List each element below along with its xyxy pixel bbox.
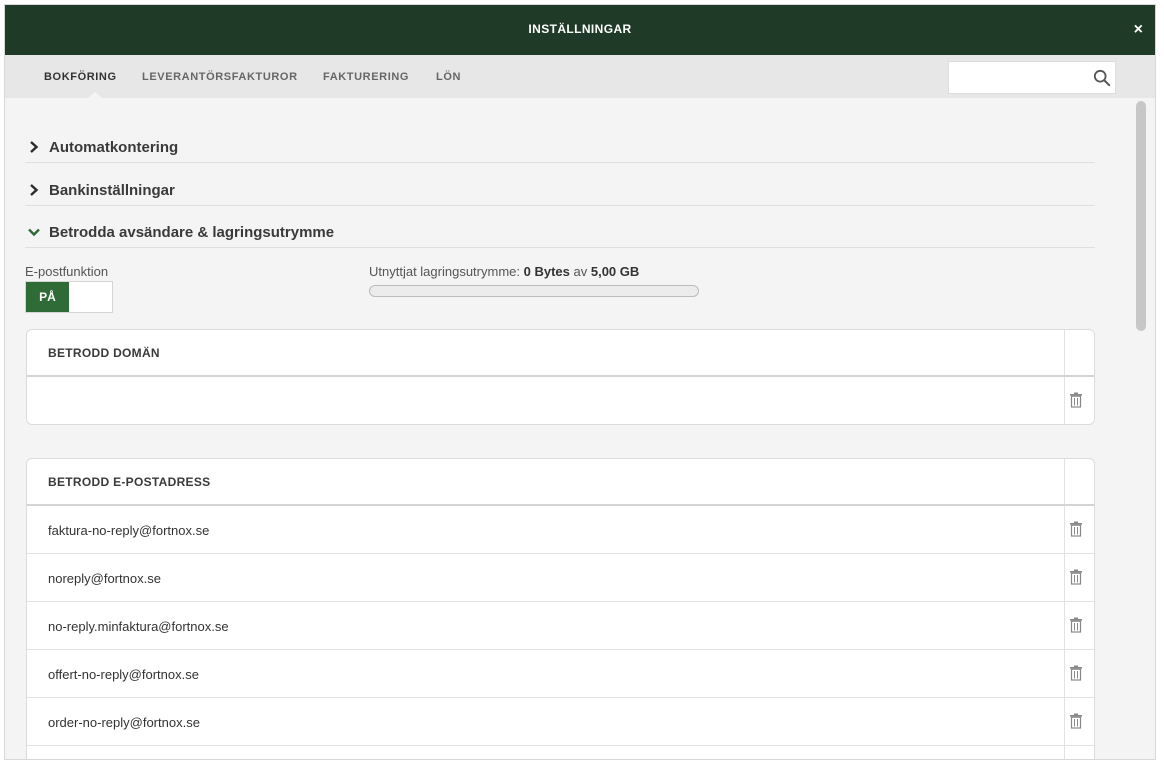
trusted-email-header: BETRODD E-POSTADRESS [48,475,211,489]
trusted-domain-header: BETRODD DOMÄN [48,346,160,360]
table-row: offert-no-reply@fortnox.se [27,650,1094,698]
table-row: order-no-reply@fortnox.se [27,698,1094,746]
table-row [27,377,1094,424]
email-function-label: E-postfunktion [25,264,109,279]
table-row [27,746,1094,759]
table-header: BETRODD DOMÄN [27,330,1094,377]
tab-lon[interactable]: LÖN [436,71,461,83]
trash-icon[interactable] [1069,617,1083,633]
section-bankinstallningar[interactable]: Bankinställningar [25,181,1095,206]
section-label: Betrodda avsändare & lagringsutrymme [49,224,335,241]
trusted-domain-panel: BETRODD DOMÄN [26,329,1095,425]
search-icon[interactable] [1093,69,1111,87]
section-betrodda-avsandare[interactable]: Betrodda avsändare & lagringsutrymme [25,223,1095,248]
storage-usage-text: Utnyttjat lagringsutrymme: 0 Bytes av 5,… [369,264,639,279]
storage-used: 0 Bytes [523,264,570,279]
email-function-toggle[interactable]: PÅ [25,281,113,313]
trash-icon[interactable] [1069,713,1083,729]
chevron-right-icon [30,141,39,153]
settings-dialog: INSTÄLLNINGAR × BOKFÖRING LEVERANTÖRSFAK… [4,4,1156,760]
chevron-down-icon [28,228,40,237]
storage-separator: av [573,264,588,279]
settings-content: Automatkontering Bankinställningar Betro… [5,98,1133,759]
trash-icon[interactable] [1069,569,1083,585]
dialog-title: INSTÄLLNINGAR [528,22,632,36]
trash-icon[interactable] [1069,392,1083,408]
section-label: Automatkontering [49,139,179,156]
storage-progress-bar [369,285,699,297]
tab-bokforing[interactable]: BOKFÖRING [44,71,117,83]
storage-total: 5,00 GB [590,264,640,279]
search-input[interactable] [949,62,1115,93]
trash-icon[interactable] [1069,521,1083,537]
vertical-scrollbar[interactable] [1136,101,1146,331]
email-value: offert-no-reply@fortnox.se [48,667,199,682]
email-value: noreply@fortnox.se [48,571,161,586]
trash-icon[interactable] [1069,665,1083,681]
close-button[interactable]: × [1134,20,1143,40]
trusted-email-panel: BETRODD E-POSTADRESS faktura-no-reply@fo… [26,458,1095,759]
table-row: no-reply.minfaktura@fortnox.se [27,602,1094,650]
table-row: faktura-no-reply@fortnox.se [27,506,1094,554]
toggle-on-label: PÅ [26,282,69,312]
chevron-right-icon [30,184,39,196]
search-box [948,61,1116,94]
dialog-header: INSTÄLLNINGAR × [5,5,1155,55]
section-automatkontering[interactable]: Automatkontering [25,138,1095,163]
storage-label: Utnyttjat lagringsutrymme: [369,264,520,279]
section-label: Bankinställningar [49,182,175,199]
email-value: order-no-reply@fortnox.se [48,715,200,730]
tab-fakturering[interactable]: FAKTURERING [323,71,409,83]
email-value: faktura-no-reply@fortnox.se [48,523,210,538]
table-row: noreply@fortnox.se [27,554,1094,602]
tab-leverantorsfakturor[interactable]: LEVERANTÖRSFAKTUROR [142,71,298,83]
table-header: BETRODD E-POSTADRESS [27,459,1094,506]
email-value: no-reply.minfaktura@fortnox.se [48,619,229,634]
